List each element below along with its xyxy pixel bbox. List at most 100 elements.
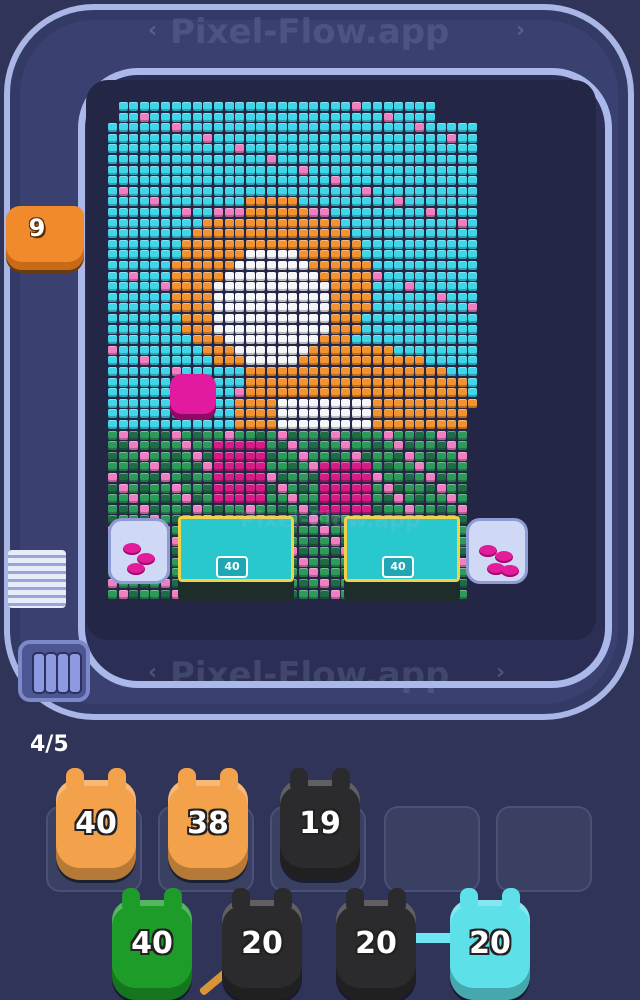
pixel-block (362, 133, 372, 143)
pixel-block (129, 367, 139, 376)
pixel-block (203, 356, 213, 366)
pixel-block (447, 377, 457, 387)
pixel-block (447, 462, 457, 472)
pixel-block (383, 239, 393, 249)
pixel-block (457, 133, 467, 143)
pixel-block (182, 335, 192, 345)
queue-slot[interactable] (384, 806, 480, 892)
pixel-block (256, 271, 266, 281)
pixel-block (383, 388, 393, 398)
pixel-block (457, 282, 467, 292)
pixel-block (373, 430, 382, 440)
pixel-block (256, 356, 266, 366)
pixel-block (214, 451, 223, 461)
shooter-pig[interactable]: 9 (6, 206, 84, 270)
pixel-block (129, 356, 139, 366)
pixel-block (139, 324, 149, 334)
pixel-block (129, 462, 139, 472)
pixel-block (245, 292, 255, 302)
pixel-block (171, 239, 181, 249)
stack-pig-1[interactable]: 20 (222, 888, 302, 1000)
pixel-block (139, 504, 149, 514)
pixel-block (256, 144, 266, 154)
pixel-block (129, 165, 139, 175)
pixel-block (426, 324, 435, 334)
pixel-block (129, 197, 139, 207)
pixel-block (171, 208, 181, 217)
pixel-block (245, 239, 255, 249)
pixel-block (351, 292, 361, 302)
pixel-block (256, 250, 266, 260)
pixel-block (426, 314, 435, 323)
stack-pig-0[interactable]: 40 (112, 888, 192, 1000)
pixel-block (256, 441, 266, 451)
pixel-block (214, 229, 223, 239)
pixel-block (436, 388, 446, 398)
pixel-block (447, 324, 457, 334)
pixel-block (426, 356, 435, 366)
pixel-block (330, 123, 340, 133)
pixel-block (468, 218, 478, 228)
pixel-block (320, 292, 329, 302)
pixel-block (415, 133, 425, 143)
bean-icon (127, 563, 145, 575)
pixel-block (309, 388, 319, 398)
pixel-block (362, 239, 372, 249)
queue-pig-2[interactable]: 19 (280, 768, 360, 880)
pixel-block (320, 218, 329, 228)
pixel-block (235, 155, 245, 164)
pixel-block (288, 451, 298, 461)
pixel-block (150, 165, 160, 175)
pixel-block (214, 144, 223, 154)
pixel-block (404, 165, 414, 175)
pixel-block (415, 292, 425, 302)
pixel-block (245, 186, 255, 196)
magenta-blocker-piece[interactable] (170, 374, 216, 420)
pixel-block (182, 186, 192, 196)
conveyor-entry-hatch (8, 550, 66, 608)
pixel-block (373, 271, 382, 281)
pixel-block (150, 112, 160, 122)
pixel-block (298, 229, 308, 239)
pixel-block (457, 314, 467, 323)
pixel-block (245, 197, 255, 207)
pixel-block (182, 155, 192, 164)
pixel-block (415, 345, 425, 355)
pixel-block (298, 112, 308, 122)
pixel-block (394, 197, 404, 207)
pixel-block (415, 102, 425, 111)
pixel-block (224, 303, 234, 313)
pixel-block (320, 483, 329, 493)
pixel-block (447, 345, 457, 355)
pixel-block (277, 451, 287, 461)
stack-pig-2[interactable]: 20 (336, 888, 416, 1000)
pixel-block (139, 271, 149, 281)
pixel-block (351, 345, 361, 355)
pixel-block (320, 430, 329, 440)
pixel-block (192, 144, 202, 154)
pixel-block (171, 186, 181, 196)
stack-pig-3[interactable]: 20 (450, 888, 530, 1000)
pixel-block (298, 473, 308, 482)
pixel-block (277, 208, 287, 217)
pixel-block (235, 314, 245, 323)
queue-slot[interactable] (496, 806, 592, 892)
pixel-block (235, 473, 245, 482)
pixel-block (224, 271, 234, 281)
pixel-block (214, 112, 223, 122)
queue-pig-1[interactable]: 38 (168, 768, 248, 880)
pixel-block (351, 451, 361, 461)
pixel-block (192, 250, 202, 260)
pixel-block (373, 494, 382, 504)
pixel-block (309, 420, 319, 429)
pixel-block (108, 271, 117, 281)
queue-pig-0[interactable]: 40 (56, 768, 136, 880)
pixel-block (171, 473, 181, 482)
pixel-block (203, 112, 213, 122)
pixel-block (447, 388, 457, 398)
pixel-block (457, 292, 467, 302)
pixel-block (224, 282, 234, 292)
pixel-block (171, 102, 181, 111)
pixel-block (320, 398, 329, 408)
pixel-block (235, 335, 245, 345)
